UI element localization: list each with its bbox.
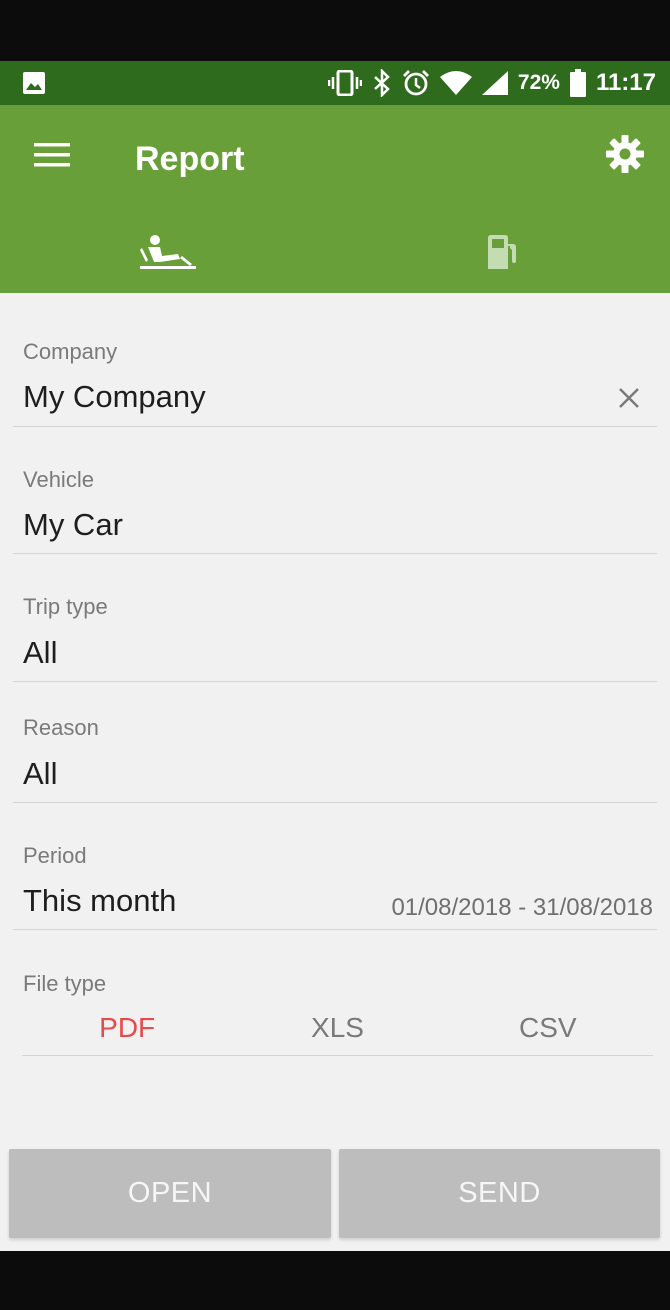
vibrate-icon <box>327 70 362 96</box>
report-form: Company My Company Vehicle My Car Trip t… <box>0 293 670 1251</box>
send-button[interactable]: SEND <box>339 1149 660 1238</box>
reason-label: Reason <box>23 715 99 740</box>
vehicle-value[interactable]: My Car <box>23 507 123 543</box>
company-field[interactable]: Company My Company <box>13 293 657 427</box>
trip-type-value[interactable]: All <box>23 635 57 671</box>
signal-icon <box>481 71 508 95</box>
tab-bar <box>0 215 670 293</box>
top-system-area <box>0 0 670 61</box>
open-button[interactable]: OPEN <box>9 1149 331 1238</box>
status-bar: 72% 11:17 <box>0 61 670 105</box>
settings-button[interactable] <box>600 131 650 181</box>
file-type-selector: PDF XLS CSV <box>22 1000 653 1056</box>
tab-trips[interactable] <box>0 215 335 293</box>
battery-percent: 72% <box>517 71 560 94</box>
reason-value[interactable]: All <box>23 756 57 792</box>
bluetooth-icon <box>372 69 392 97</box>
file-type-pdf[interactable]: PDF <box>22 1000 232 1055</box>
trip-type-label: Trip type <box>23 594 108 619</box>
company-value[interactable]: My Company <box>23 379 206 415</box>
period-field[interactable]: Period This month 01/08/2018 - 31/08/201… <box>13 803 657 930</box>
navigation-bar <box>0 1251 670 1310</box>
file-type-label: File type <box>23 971 107 996</box>
period-label: Period <box>23 843 87 868</box>
period-range: 01/08/2018 - 31/08/2018 <box>391 894 653 921</box>
file-type-field: File type <box>13 930 657 1000</box>
menu-button[interactable] <box>28 133 76 181</box>
alarm-icon <box>402 69 430 97</box>
trip-type-field[interactable]: Trip type All <box>13 554 657 682</box>
clear-company-button[interactable] <box>615 386 643 414</box>
battery-icon <box>569 69 586 97</box>
file-type-xls[interactable]: XLS <box>232 1000 442 1055</box>
period-value[interactable]: This month <box>23 883 176 919</box>
page-title: Report <box>135 140 245 178</box>
vehicle-field[interactable]: Vehicle My Car <box>13 427 657 554</box>
fuel-pump-icon <box>486 234 520 275</box>
wifi-icon <box>439 71 472 95</box>
file-type-csv[interactable]: CSV <box>443 1000 653 1055</box>
driver-icon <box>139 234 196 275</box>
gear-icon <box>605 134 645 179</box>
close-icon <box>618 387 640 414</box>
vehicle-label: Vehicle <box>23 467 94 492</box>
clock: 11:17 <box>595 69 656 96</box>
company-label: Company <box>23 339 118 364</box>
reason-field[interactable]: Reason All <box>13 682 657 803</box>
menu-icon <box>34 142 70 173</box>
app-bar: Report <box>0 105 670 293</box>
tab-fuel[interactable] <box>335 215 670 293</box>
image-icon <box>22 71 46 95</box>
